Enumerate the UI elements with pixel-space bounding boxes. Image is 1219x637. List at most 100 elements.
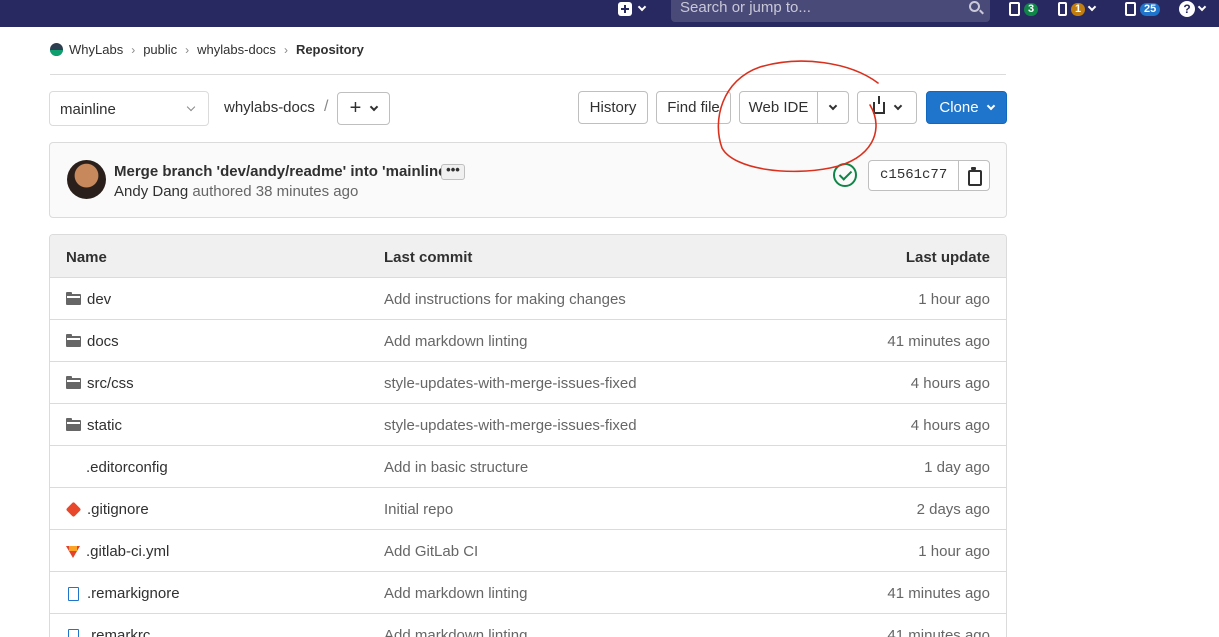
clone-button[interactable]: Clone bbox=[926, 91, 1007, 124]
file-last-commit-link[interactable]: Initial repo bbox=[384, 501, 453, 518]
chevron-down-icon bbox=[1197, 2, 1207, 12]
file-name: .editorconfig bbox=[86, 459, 168, 476]
commit-title[interactable]: Merge branch 'dev/andy/readme' into 'mai… bbox=[114, 163, 450, 180]
web-ide-button[interactable]: Web IDE bbox=[739, 91, 818, 124]
table-row[interactable]: .remarkrc Add markdown linting 41 minutes … bbox=[50, 614, 1006, 637]
clone-label: Clone bbox=[939, 99, 979, 116]
table-row[interactable]: .gitignore Initial repo 2 days ago bbox=[50, 488, 1006, 530]
table-row[interactable]: .remarkignore Add markdown linting 41 minu… bbox=[50, 572, 1006, 614]
table-row[interactable]: .editorconfig Add in basic structure 1 day… bbox=[50, 446, 1006, 488]
git-icon bbox=[65, 501, 82, 518]
toggle-commit-description-button[interactable]: ••• bbox=[441, 163, 465, 180]
breadcrumb-separator: › bbox=[185, 42, 190, 57]
file-name-link[interactable]: .editorconfig bbox=[66, 459, 168, 476]
help-icon: ? bbox=[1179, 1, 1195, 17]
folder-icon bbox=[66, 292, 81, 305]
todos-button[interactable]: 25 bbox=[1125, 0, 1161, 18]
search-icon bbox=[969, 1, 980, 12]
breadcrumb-separator: › bbox=[283, 42, 288, 57]
merge-requests-button[interactable]: 3 bbox=[1009, 0, 1039, 18]
file-last-commit-link[interactable]: Add markdown linting bbox=[384, 585, 527, 602]
table-row[interactable]: .gitlab-ci.yml Add GitLab CI 1 hour ago bbox=[50, 530, 1006, 572]
table-header: Name Last commit Last update bbox=[50, 235, 1006, 278]
file-last-update: 1 day ago bbox=[924, 459, 990, 476]
gitlab-icon bbox=[66, 545, 80, 558]
merge-requests-count: 3 bbox=[1024, 2, 1039, 16]
commit-meta: Andy Dang authored 38 minutes ago bbox=[114, 183, 358, 200]
file-name-link[interactable]: dev bbox=[66, 291, 111, 308]
download-button[interactable] bbox=[857, 91, 917, 124]
file-name-link[interactable]: docs bbox=[66, 333, 119, 350]
breadcrumb-item-group[interactable]: WhyLabs bbox=[69, 42, 123, 57]
folder-icon bbox=[66, 418, 81, 431]
folder-icon bbox=[66, 376, 81, 389]
top-navbar: Search or jump to... 3 1 25 ? bbox=[0, 0, 1219, 27]
file-name-link[interactable]: static bbox=[66, 417, 122, 434]
breadcrumb-item-subgroup[interactable]: public bbox=[143, 42, 177, 57]
file-name-link[interactable]: .gitlab-ci.yml bbox=[66, 543, 169, 560]
merge-request-icon bbox=[1009, 2, 1020, 16]
copy-icon[interactable] bbox=[959, 161, 989, 190]
file-name: static bbox=[87, 417, 123, 434]
table-row[interactable]: src/css style-updates-with-merge-issues-f… bbox=[50, 362, 1006, 404]
chevron-down-icon bbox=[370, 102, 379, 111]
breadcrumb-item-project[interactable]: whylabs-docs bbox=[197, 42, 276, 57]
plus-icon: + bbox=[349, 97, 362, 119]
help-menu[interactable]: ? bbox=[1179, 0, 1207, 18]
file-last-update: 41 minutes ago bbox=[887, 585, 990, 602]
commit-sha[interactable]: c1561c77 bbox=[869, 161, 960, 190]
repo-root-link[interactable]: whylabs-docs bbox=[224, 99, 315, 116]
avatar[interactable] bbox=[67, 160, 106, 199]
doc-icon bbox=[68, 628, 79, 637]
breadcrumb: WhyLabs › public › whylabs-docs › Reposi… bbox=[50, 42, 364, 57]
doc-icon bbox=[68, 586, 79, 601]
file-last-update: 41 minutes ago bbox=[887, 627, 990, 637]
file-last-commit-link[interactable]: Add markdown linting bbox=[384, 627, 527, 637]
download-icon bbox=[873, 95, 885, 114]
file-last-commit-link[interactable]: Add markdown linting bbox=[384, 333, 527, 350]
find-file-button[interactable]: Find file bbox=[656, 91, 731, 124]
issues-icon bbox=[1058, 2, 1067, 16]
file-last-update: 4 hours ago bbox=[910, 375, 990, 392]
file-last-update: 2 days ago bbox=[916, 501, 990, 518]
file-name: .gitignore bbox=[87, 501, 149, 518]
column-header-name: Name bbox=[66, 249, 107, 266]
chevron-down-icon bbox=[186, 102, 196, 112]
file-name-link[interactable]: .remarkrc bbox=[66, 627, 150, 637]
new-item-menu[interactable] bbox=[618, 0, 647, 18]
file-name: dev bbox=[87, 291, 112, 308]
file-name-link[interactable]: .remarkignore bbox=[66, 585, 180, 602]
file-name: docs bbox=[87, 333, 119, 350]
chevron-down-icon bbox=[893, 101, 903, 110]
branch-selector[interactable]: mainline bbox=[49, 91, 209, 126]
commit-authored-time: authored 38 minutes ago bbox=[188, 183, 359, 200]
table-row[interactable]: dev Add instructions for making changes 1 … bbox=[50, 278, 1006, 320]
column-header-last-commit: Last commit bbox=[384, 249, 473, 266]
file-last-commit-link[interactable]: Add GitLab CI bbox=[384, 543, 478, 560]
history-button[interactable]: History bbox=[578, 91, 648, 124]
file-last-commit-link[interactable]: style-updates-with-merge-issues-fixed bbox=[384, 417, 637, 434]
add-to-tree-button[interactable]: + bbox=[337, 92, 390, 125]
chevron-down-icon bbox=[986, 101, 995, 110]
file-name: .remarkrc bbox=[87, 627, 151, 637]
pipeline-status-success-icon[interactable] bbox=[833, 163, 857, 187]
search-input[interactable]: Search or jump to... bbox=[671, 0, 990, 22]
column-header-last-update: Last update bbox=[905, 249, 990, 266]
file-last-commit-link[interactable]: Add instructions for making changes bbox=[384, 291, 626, 308]
table-row[interactable]: docs Add markdown linting 41 minutes ago bbox=[50, 320, 1006, 362]
file-name: .remarkignore bbox=[87, 585, 180, 602]
path-separator: / bbox=[324, 98, 329, 115]
editorconfig-icon bbox=[66, 461, 80, 475]
web-ide-dropdown-button[interactable] bbox=[817, 91, 849, 124]
branch-name: mainline bbox=[60, 101, 116, 118]
file-last-commit-link[interactable]: Add in basic structure bbox=[384, 459, 528, 476]
commit-author-link[interactable]: Andy Dang bbox=[114, 183, 188, 200]
divider bbox=[50, 74, 1006, 75]
file-last-commit-link[interactable]: style-updates-with-merge-issues-fixed bbox=[384, 375, 637, 392]
file-name-link[interactable]: src/css bbox=[66, 375, 134, 392]
table-row[interactable]: static style-updates-with-merge-issues-fi… bbox=[50, 404, 1006, 446]
breadcrumb-current[interactable]: Repository bbox=[296, 42, 364, 57]
issues-button[interactable]: 1 bbox=[1058, 0, 1097, 18]
commit-sha-group: c1561c77 bbox=[868, 160, 990, 191]
file-name-link[interactable]: .gitignore bbox=[65, 501, 149, 518]
